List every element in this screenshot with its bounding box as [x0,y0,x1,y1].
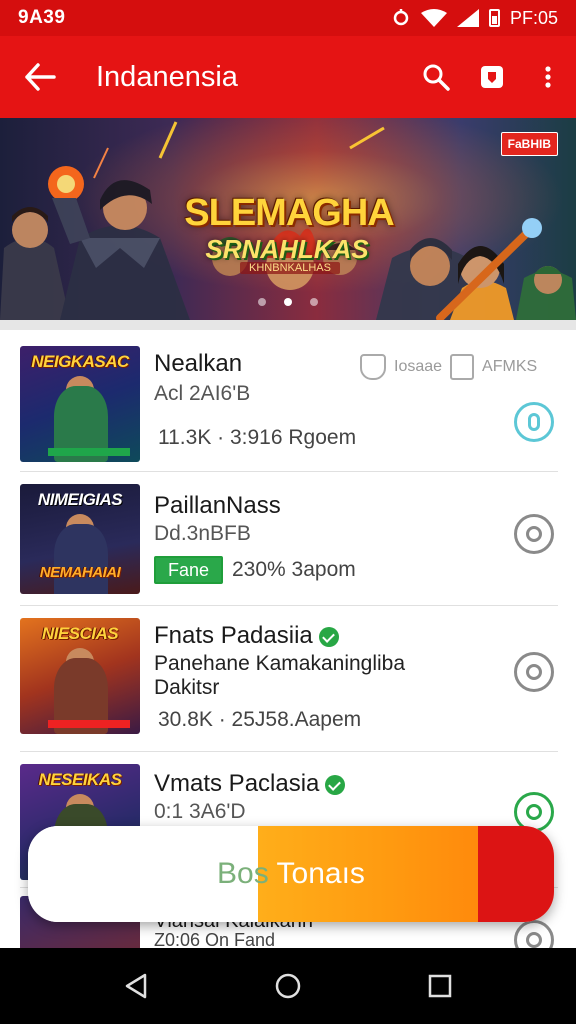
download-icon [526,526,542,542]
more-vert-icon [545,66,551,88]
wifi-icon [420,9,447,27]
nav-home-button[interactable] [248,948,328,1024]
verified-icon [325,774,346,795]
thumbnail-title: NESEIKAS [38,770,122,789]
signal-icon [456,9,479,27]
banner-pager [0,298,576,306]
square-recents-icon [428,974,452,998]
app-description: Dakitsr [154,676,220,699]
icon-label: Iosaae [394,358,443,375]
app-meta: 30.8K · 25J58.Aapem [158,708,362,731]
banner-logo-subtitle: SRNAHLKAS [205,234,369,264]
row-icons: Iosaae AFMKS [360,354,537,380]
store-button[interactable] [464,36,520,118]
app-meta: 11.3K · 3:916 Rgoem [158,426,357,449]
featured-banner[interactable]: FaBHIB SLEMAGHA SRNAHLKAS KHNBNKALHAS [0,118,576,320]
app-thumbnail: NIESCIAS [20,618,140,734]
app-title: Nealkan [154,350,243,377]
battery-icon [488,9,500,27]
app-bar: Indanensia [0,36,576,118]
thumbnail-figure [54,524,108,594]
thumbnail-caption: NEMAHAIAI [39,564,121,581]
download-icon [526,932,542,948]
app-title-text: Vmats Paclasia [154,770,320,797]
pager-dot-active[interactable] [284,298,292,306]
install-action-button[interactable]: Bos Tonaıs [28,826,554,922]
section-divider [0,320,576,330]
arrow-left-icon [25,63,56,91]
trophy-icon [360,354,386,380]
device-icon [450,354,475,380]
search-button[interactable] [408,36,464,118]
download-icon [528,413,540,431]
notification-icon [393,9,409,26]
thumbnail-title: NIESCIAS [41,624,119,643]
icon-label: AFMKS [482,358,538,375]
list-item[interactable]: NIMEIGIAS NEMAHAIAI PaillanNass Dd.3nBFB… [20,472,558,606]
app-description: Panehane Kamakaningliba [154,652,406,675]
app-title: PaillanNass [154,492,281,519]
app-title-text: Fnats Padasiia [154,622,313,649]
app-thumbnail: NEIGKASAC [20,346,140,462]
category-tag-button[interactable]: Fane [154,556,224,584]
list-item[interactable]: NIESCIAS Fnats Padasiia Panehane Kamakan… [20,606,558,752]
triangle-back-icon [125,973,147,999]
fab-label-part2: Tonaıs [268,857,365,890]
app-thumbnail: NIMEIGIAS NEMAHAIAI [20,484,140,594]
app-title: Fnats Padasiia [154,622,339,650]
status-bar: 9A39 PF:05 [0,0,576,36]
nav-recents-button[interactable] [400,948,480,1024]
banner-logo-title: SLEMAGHA [184,192,394,234]
overflow-menu-button[interactable] [520,36,576,118]
download-button[interactable] [514,514,554,554]
pager-dot[interactable] [310,298,318,306]
status-time: 9A39 [18,7,66,28]
app-subtitle: Acl 2AI6'B [154,382,251,405]
back-button[interactable] [0,36,80,118]
thumbnail-title: NIMEIGIAS [37,490,123,509]
banner-badge: FaBHIB [500,132,558,156]
app-meta: 230% 3apom [232,558,356,581]
download-icon [526,664,542,680]
screen: 9A39 PF:05 Indanensia FaBHIB SLEMAGHA SR… [0,0,576,1024]
app-subtitle: 0:1 3A6'D [154,800,246,823]
pager-dot[interactable] [258,298,266,306]
system-nav-bar [0,948,576,1024]
thumbnail-title: NEIGKASAC [31,352,129,371]
status-right-text: PF:05 [509,7,558,28]
download-button[interactable] [514,652,554,692]
status-icons: PF:05 [391,8,558,29]
banner-logo-tagline: KHNBNKALHAS [240,262,340,274]
list-item[interactable]: NEIGKASAC Nealkan Acl 2AI6'B 11.3K · 3:9… [20,334,558,472]
app-subtitle: Dd.3nBFB [154,522,251,545]
download-button[interactable] [514,402,554,442]
app-title: Vmats Paclasia [154,770,346,798]
fab-label: Bos Tonaıs [28,826,554,922]
bag-icon [481,66,503,88]
search-icon [423,64,450,91]
nav-back-button[interactable] [96,948,176,1024]
thumbnail-strip [48,720,130,728]
circle-home-icon [275,973,301,999]
thumbnail-strip [48,448,130,456]
download-icon [526,804,542,820]
verified-icon [318,626,339,647]
page-title: Indanensia [96,60,238,93]
fab-label-part1: Bos [217,857,269,890]
